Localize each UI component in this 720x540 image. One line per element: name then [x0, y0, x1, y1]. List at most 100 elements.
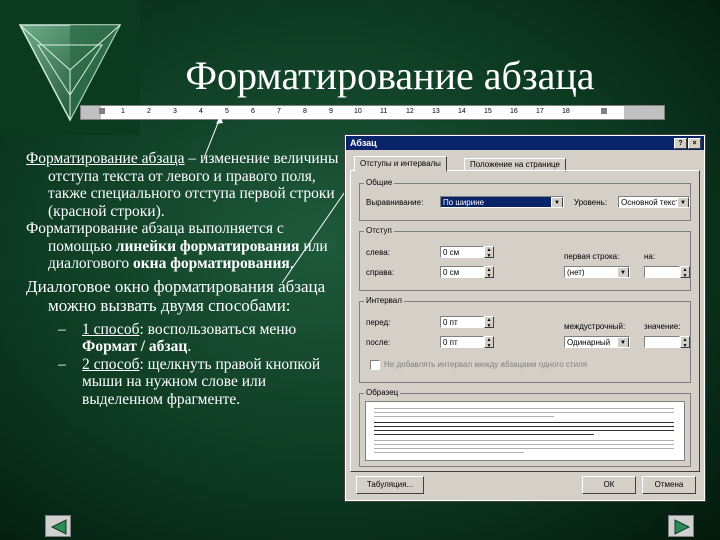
value-label: значение: — [644, 322, 681, 331]
group-indent: Отступ слева: 0 см ▲ ▼ справа: 0 см ▲ ▼ пе… — [359, 226, 691, 291]
bullet-dash: – — [58, 355, 66, 373]
no-space-label: Не добавлять интервал между абзацами одн… — [384, 360, 588, 369]
value-input[interactable] — [644, 336, 680, 348]
chevron-down-icon[interactable]: ▼ — [617, 337, 629, 347]
line-spacing-label: междустрочный: — [564, 322, 626, 331]
by-spinner[interactable]: ▲ ▼ — [680, 266, 690, 279]
term-paragraph-formatting: Форматирование абзаца — [26, 150, 185, 167]
preview-line — [374, 408, 674, 409]
before-label: перед: — [366, 318, 391, 327]
left-indent-input[interactable]: 0 см — [440, 246, 484, 258]
group-indent-label: Отступ — [364, 226, 394, 235]
chevron-down-icon[interactable]: ▼ — [677, 197, 689, 207]
back-button[interactable] — [45, 515, 71, 537]
ruler-tick: 8 — [303, 108, 307, 115]
menu-path: Формат / абзац — [82, 338, 188, 355]
paragraph-methods: Форматирование абзаца выполняется с помо… — [26, 220, 346, 273]
tab-indents-spacing[interactable]: Отступы и интервалы — [354, 156, 447, 172]
before-input[interactable]: 0 пт — [440, 316, 484, 328]
ruler-tick: 2 — [147, 108, 151, 115]
ok-button[interactable]: ОК — [582, 476, 636, 494]
by-input[interactable] — [644, 266, 680, 278]
group-spacing-label: Интервал — [364, 296, 404, 305]
alignment-label: Выравнивание: — [366, 198, 424, 207]
ruler-tick: 6 — [251, 108, 255, 115]
after-spinner[interactable]: ▲ ▼ — [484, 336, 494, 349]
ruler-tick: 15 — [484, 108, 492, 115]
ruler-tick: 17 — [536, 108, 544, 115]
alignment-select[interactable]: По ширине ▼ — [440, 196, 564, 208]
cancel-button[interactable]: Отмена — [642, 476, 696, 494]
ruler-tick: 1 — [121, 108, 125, 115]
paragraph-invoke: Диалоговое окно форматирования абзаца мо… — [26, 276, 326, 315]
value-spinner[interactable]: ▲ ▼ — [680, 336, 690, 349]
dialog-term: окна форматирования — [132, 255, 290, 272]
before-spinner[interactable]: ▲ ▼ — [484, 316, 494, 329]
level-select[interactable]: Основной текст ▼ — [618, 196, 690, 208]
dialog-title: Абзац — [350, 138, 377, 148]
bullet-way-1: –1 способ: воспользоваться меню Формат /… — [26, 321, 346, 356]
methods-period: . — [289, 255, 294, 272]
preview-line — [374, 416, 554, 417]
right-indent-label: справа: — [366, 268, 395, 277]
group-general: Общие Выравнивание: По ширине ▼ Уровень:… — [359, 178, 691, 221]
forward-button[interactable] — [668, 515, 694, 537]
ruler-tick: 13 — [432, 108, 440, 115]
formatting-ruler[interactable]: 1 2 3 4 5 6 7 8 9 10 11 12 13 14 15 16 1… — [80, 105, 665, 120]
level-label: Уровень: — [574, 198, 608, 207]
ruler-tick: 12 — [406, 108, 414, 115]
preview-line — [374, 430, 674, 431]
right-indent-input[interactable]: 0 см — [440, 266, 484, 278]
ruler-left-margin — [81, 106, 101, 119]
ruler-tick: 5 — [225, 108, 229, 115]
left-indent-marker[interactable] — [99, 108, 105, 114]
sample-preview — [365, 401, 685, 461]
bullet-way-2: –2 способ: щелкнуть правой кнопкой мыши … — [26, 356, 346, 409]
way-1-text: : воспользоваться меню — [139, 320, 297, 338]
no-space-checkbox[interactable] — [370, 360, 380, 370]
ruler-tick: 9 — [329, 108, 333, 115]
ruler-right-margin — [624, 106, 664, 119]
ruler-tick: 16 — [510, 108, 518, 115]
paragraph-dialog: Абзац ? × Отступы и интервалы Положение … — [344, 134, 706, 502]
first-line-value: (нет) — [567, 268, 585, 277]
after-input[interactable]: 0 пт — [440, 336, 484, 348]
by-label: на: — [644, 252, 656, 261]
preview-line — [374, 448, 674, 449]
close-button[interactable]: × — [688, 138, 701, 149]
line-spacing-value: Одинарный — [567, 338, 611, 347]
dialog-title-bar: Абзац ? × — [346, 136, 704, 150]
tabs-button[interactable]: Табуляция... — [356, 476, 424, 494]
chevron-down-icon[interactable]: ▼ — [617, 267, 629, 277]
first-line-label: первая строка: — [564, 252, 620, 261]
ruler-tick: 18 — [562, 108, 570, 115]
ruler-tick: 14 — [458, 108, 466, 115]
level-value: Основной текст — [621, 198, 680, 207]
slide-body: Форматирование абзаца – изменение величи… — [26, 150, 346, 408]
bullet-dash: – — [58, 320, 66, 338]
group-sample-label: Образец — [364, 388, 401, 397]
ruler-tick: 4 — [199, 108, 203, 115]
preview-line — [374, 412, 674, 413]
slide-title: Форматирование абзаца — [185, 53, 595, 98]
group-spacing: Интервал перед: 0 пт ▲ ▼ после: 0 пт ▲ ▼ м… — [359, 296, 691, 383]
preview-line — [374, 434, 594, 435]
right-indent-spinner[interactable]: ▲ ▼ — [484, 266, 494, 279]
way-1-label: 1 способ — [82, 320, 140, 338]
ruler-tick: 11 — [380, 108, 388, 115]
preview-line — [374, 440, 674, 441]
left-indent-label: слева: — [366, 248, 390, 257]
right-indent-marker[interactable] — [601, 108, 607, 114]
preview-line — [374, 422, 674, 423]
preview-line — [374, 444, 674, 445]
ruler-term: линейки форматирования — [115, 237, 300, 255]
chevron-down-icon[interactable]: ▼ — [551, 197, 563, 207]
back-arrow-icon — [50, 519, 67, 535]
way-1-period: . — [187, 338, 192, 355]
ruler-tick: 3 — [173, 108, 177, 115]
first-line-select[interactable]: (нет) ▼ — [564, 266, 630, 278]
line-spacing-select[interactable]: Одинарный ▼ — [564, 336, 630, 348]
forward-arrow-icon — [674, 519, 691, 535]
help-button[interactable]: ? — [674, 138, 687, 149]
left-indent-spinner[interactable]: ▲ ▼ — [484, 246, 494, 259]
